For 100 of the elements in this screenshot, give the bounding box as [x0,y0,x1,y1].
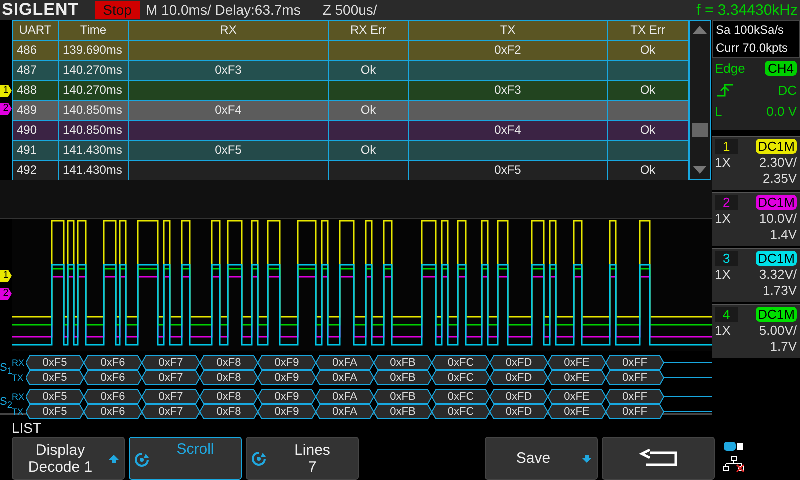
table-cell: 487 [17,63,38,77]
table-cell: Ok [360,103,376,117]
vertical-scale: 2.30V/ [759,155,797,170]
table-cell: Ok [360,143,376,157]
channel-card[interactable]: 2 DC1M 1X 10.0V/ 1.4V [712,192,800,246]
softkey-button[interactable]: Save [485,437,598,480]
scroll-up-icon[interactable] [692,25,708,35]
channel-number: 2 [715,195,738,210]
decoded-packet: 0xF6 [84,355,142,370]
line-label: RX [12,392,26,402]
softkey-button[interactable]: Display Decode 1 [12,437,125,480]
channel-card[interactable]: 3 DC1M 1X 3.32V/ 1.73V [712,248,800,302]
table-cell: 140.850ms [63,103,122,117]
table-cell: 486 [17,43,38,57]
table-cell: 0xF5 [494,163,522,177]
decoded-packet: 0xF9 [258,355,316,370]
table-cell: Ok [640,83,656,97]
table-cell: 488 [17,83,38,97]
vertical-offset: 1.73V [763,283,797,298]
table-cell: Ok [360,63,376,77]
decoded-packet: 0xFD [490,355,548,370]
decoded-packet: 0xFB [374,389,432,404]
decoded-packet: 0xFE [548,370,606,385]
line-label: TX [12,372,25,382]
table-row[interactable]: 491 141.430ms 0xF5 Ok [13,141,689,161]
scroll-thumb[interactable] [692,123,708,137]
channel-marker[interactable]: 2 [0,103,12,115]
table-cell: 489 [17,103,38,117]
channel-marker[interactable]: 1 [0,85,12,97]
coupling-badge: DC1M [756,251,797,266]
decoded-packet: 0xFB [374,355,432,370]
table-cell: 490 [17,123,38,137]
decoded-packet: 0xFD [490,370,548,385]
decoded-packet: 0xFE [548,355,606,370]
softkey-button[interactable]: Scroll [129,437,242,480]
down-arrow-icon [581,454,593,464]
table-cell: 140.270ms [63,83,122,97]
channel-marker[interactable]: 1 [0,270,12,282]
table-row[interactable]: 487 140.270ms 0xF3 Ok [13,61,689,81]
channel-number: 4 [715,307,738,322]
scrollbar[interactable] [689,20,711,180]
table-cell: 491 [17,143,38,157]
table-row[interactable]: 489 140.850ms 0xF4 Ok [13,101,689,121]
table-cell: 0xF3 [494,83,522,97]
decoded-packet: 0xF8 [200,404,258,419]
channel-card[interactable]: 4 DC1M 1X 5.00V/ 1.7V [712,304,800,358]
decoded-packet: 0xFC [432,370,490,385]
decoded-packet: 0xFF [606,355,664,370]
table-row[interactable]: 492 141.430ms 0xF5 Ok [13,161,689,181]
table-cell: 492 [17,163,38,177]
level-label: L [715,104,722,119]
table-cell: 140.270ms [63,63,122,77]
channel-number: 1 [715,139,738,154]
decoded-packet: 0xF6 [84,404,142,419]
probe-ratio: 1X [715,155,731,170]
column-header: RX [129,21,329,40]
softkey-button[interactable]: Lines 7 [246,437,359,480]
column-header: UART [13,21,59,40]
up-arrow-icon [108,454,120,464]
usb-device-icon [723,441,745,453]
decoded-packet: 0xF6 [84,370,142,385]
table-row[interactable]: 486 139.690ms 0xF2 Ok [13,41,689,61]
decoded-packet: 0xF8 [200,389,258,404]
timebase-readout: M 10.0ms/ Delay:63.7ms [146,2,301,18]
decoded-packet: 0xFF [606,404,664,419]
column-header: RX Err [329,21,409,40]
table-cell: Ok [640,43,656,57]
channel-number: 3 [715,251,738,266]
trigger-level: 0.0 V [766,104,797,119]
bus-label: S$_{1}$ [0,361,12,377]
vertical-offset: 1.4V [770,227,797,242]
trigger-coupling: DC [778,82,797,98]
frequency-readout: f = 3.34430kHz [696,2,799,18]
table-row[interactable]: 490 140.850ms 0xF4 Ok [13,121,689,141]
vertical-scale: 3.32V/ [759,267,797,282]
decoded-packet: 0xF5 [26,404,84,419]
decoded-packet: 0xFD [490,389,548,404]
decoded-packet: 0xF5 [26,355,84,370]
decoded-packet: 0xFA [316,389,374,404]
rotary-knob-icon [134,452,150,468]
brand-logo: SIGLENT [1,0,80,20]
trigger-source-badge[interactable]: CH4 [764,61,797,76]
decoded-packet: 0xF7 [142,355,200,370]
network-disconnected-icon [723,456,745,472]
probe-ratio: 1X [715,323,731,338]
decoded-packet: 0xFB [374,404,432,419]
rotary-knob-icon [251,450,267,466]
decoded-packet: 0xFD [490,404,548,419]
scroll-down-icon[interactable] [692,165,708,175]
table-row[interactable]: 488 140.270ms 0xF3 Ok [13,81,689,101]
decoded-packet: 0xFA [316,355,374,370]
softkey-button[interactable] [602,437,715,480]
channel-card[interactable]: 1 DC1M 1X 2.30V/ 2.35V [712,136,800,190]
vertical-scale: 10.0V/ [759,211,797,226]
table-cell: 0xF4 [215,103,242,117]
decoded-packet: 0xF9 [258,370,316,385]
probe-ratio: 1X [715,267,731,282]
channel-marker[interactable]: 2 [0,288,12,300]
bus-label: S$_{2}$ [0,395,12,411]
decoded-packet: 0xF5 [26,389,84,404]
